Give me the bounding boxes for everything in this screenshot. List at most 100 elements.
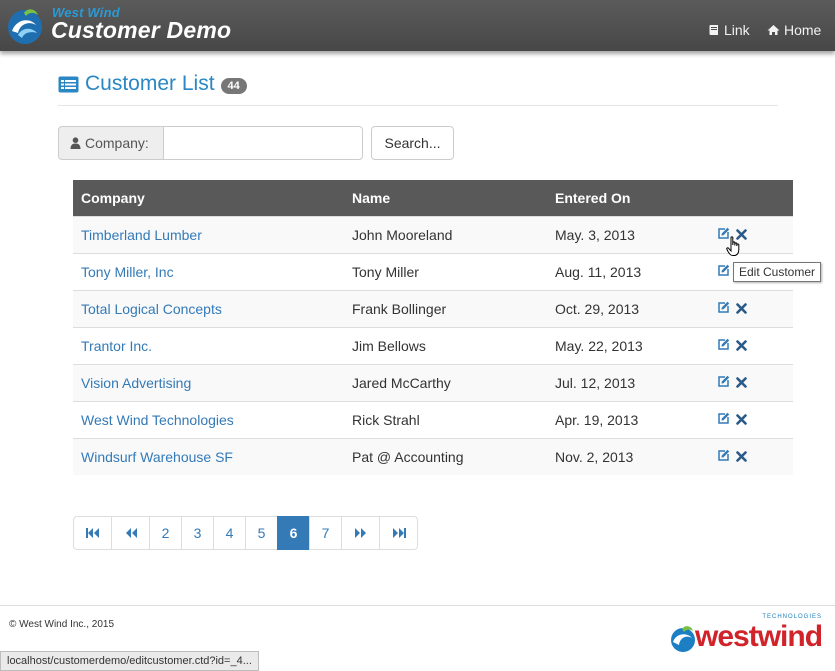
page-number-button[interactable]: 2	[149, 516, 182, 550]
title-divider	[58, 105, 778, 106]
table-row: West Wind Technologies Rick Strahl Apr. 19…	[73, 400, 793, 438]
fast-forward-icon	[392, 528, 406, 538]
company-link[interactable]: Tony Miller, Inc	[81, 264, 174, 280]
search-button[interactable]: Search...	[371, 126, 454, 160]
first-page-button[interactable]	[73, 516, 112, 550]
footer-divider	[0, 605, 835, 606]
name-cell: Pat @ Accounting	[344, 437, 547, 475]
name-cell: Jim Bellows	[344, 326, 547, 364]
edit-icon[interactable]	[717, 449, 730, 465]
table-header-row: Company Name Entered On	[73, 180, 793, 216]
entered-on-cell: Aug. 11, 2013	[547, 252, 707, 290]
backward-icon	[125, 528, 137, 538]
company-cell: West Wind Technologies	[73, 400, 344, 438]
page-title: Customer List 44	[58, 72, 247, 96]
company-link[interactable]: Windsurf Warehouse SF	[81, 449, 233, 465]
company-link[interactable]: Total Logical Concepts	[81, 301, 222, 317]
page-number-button[interactable]: 6	[277, 516, 310, 550]
forward-icon	[354, 528, 366, 538]
delete-icon[interactable]	[736, 375, 747, 391]
column-header-name[interactable]: Name	[344, 180, 547, 216]
delete-icon[interactable]	[736, 301, 747, 317]
last-page-button[interactable]	[379, 516, 418, 550]
customer-table: Company Name Entered On Timberland Lumbe…	[73, 180, 793, 475]
nav-link-label: Link	[724, 22, 750, 38]
actions-cell	[707, 400, 793, 438]
edit-icon[interactable]	[717, 264, 730, 280]
fast-backward-icon	[85, 528, 99, 538]
company-cell: Total Logical Concepts	[73, 289, 344, 327]
entered-on-cell: Oct. 29, 2013	[547, 289, 707, 327]
entered-on-cell: May. 3, 2013	[547, 215, 707, 253]
name-cell: Frank Bollinger	[344, 289, 547, 327]
edit-icon[interactable]	[717, 412, 730, 428]
delete-icon[interactable]	[736, 412, 747, 428]
nav-home-label: Home	[784, 22, 822, 38]
page-number-button[interactable]: 3	[181, 516, 214, 550]
next-page-button[interactable]	[341, 516, 380, 550]
table-body: Timberland Lumber John Mooreland May. 3, 2…	[73, 215, 793, 475]
brand-app-title[interactable]: Customer Demo	[51, 17, 231, 44]
column-header-actions	[707, 180, 793, 216]
page-number-list: 234567	[149, 516, 342, 550]
table-row: Windsurf Warehouse SF Pat @ Accounting Nov…	[73, 437, 793, 475]
book-icon	[709, 25, 718, 35]
company-link[interactable]: Trantor Inc.	[81, 338, 152, 354]
company-cell: Timberland Lumber	[73, 215, 344, 253]
page-number-button[interactable]: 7	[309, 516, 342, 550]
customer-count-badge: 44	[220, 78, 247, 94]
entered-on-cell: Apr. 19, 2013	[547, 400, 707, 438]
west-wind-logo-icon[interactable]	[4, 5, 46, 47]
company-cell: Trantor Inc.	[73, 326, 344, 364]
hand-cursor-icon	[726, 236, 740, 256]
actions-cell	[707, 437, 793, 475]
edit-icon[interactable]	[717, 301, 730, 317]
company-label-text: Company:	[85, 135, 149, 151]
name-cell: John Mooreland	[344, 215, 547, 253]
west-wind-swirl-icon	[671, 626, 695, 652]
name-cell: Jared McCarthy	[344, 363, 547, 401]
footer-west-wind-logo[interactable]: TECHNOLOGIES westwind	[668, 614, 828, 654]
entered-on-cell: Nov. 2, 2013	[547, 437, 707, 475]
browser-status-bar: localhost/customerdemo/editcustomer.ctd?…	[0, 651, 259, 671]
company-cell: Vision Advertising	[73, 363, 344, 401]
actions-cell	[707, 215, 793, 253]
page-number-button[interactable]: 4	[213, 516, 246, 550]
company-link[interactable]: Vision Advertising	[81, 375, 191, 391]
home-icon	[767, 25, 780, 35]
previous-page-button[interactable]	[111, 516, 150, 550]
entered-on-cell: Jul. 12, 2013	[547, 363, 707, 401]
pagination: 234567	[73, 516, 418, 550]
company-link[interactable]: West Wind Technologies	[81, 412, 234, 428]
actions-cell	[707, 326, 793, 364]
entered-on-cell: May. 22, 2013	[547, 326, 707, 364]
edit-icon[interactable]	[717, 338, 730, 354]
actions-cell	[707, 289, 793, 327]
company-search-input[interactable]	[163, 126, 363, 160]
column-header-entered-on[interactable]: Entered On	[547, 180, 707, 216]
status-bar-url: localhost/customerdemo/editcustomer.ctd?…	[7, 655, 252, 667]
table-row: Vision Advertising Jared McCarthy Jul. 12,…	[73, 363, 793, 401]
list-icon	[58, 76, 79, 92]
actions-cell	[707, 363, 793, 401]
edit-icon[interactable]	[717, 375, 730, 391]
company-link[interactable]: Timberland Lumber	[81, 227, 202, 243]
edit-customer-tooltip: Edit Customer	[733, 262, 822, 282]
column-header-company[interactable]: Company	[73, 180, 344, 216]
delete-icon[interactable]	[736, 449, 747, 465]
table-row: Trantor Inc. Jim Bellows May. 22, 2013	[73, 326, 793, 364]
name-cell: Rick Strahl	[344, 400, 547, 438]
footer-copyright: © West Wind Inc., 2015	[9, 619, 115, 630]
delete-icon[interactable]	[736, 338, 747, 354]
company-search-label: Company:	[58, 126, 164, 160]
name-cell: Tony Miller	[344, 252, 547, 290]
table-row: Tony Miller, Inc Tony Miller Aug. 11, 2013	[73, 252, 793, 290]
page-title-text: Customer List	[85, 72, 215, 95]
page-number-button[interactable]: 5	[245, 516, 278, 550]
top-navbar: West Wind Customer Demo Link Home	[0, 0, 835, 51]
footer-logo-name: westwind	[695, 620, 823, 653]
nav-link-home[interactable]: Home	[767, 22, 821, 38]
nav-link-link[interactable]: Link	[708, 22, 750, 38]
table-row: Timberland Lumber John Mooreland May. 3, 2…	[73, 215, 793, 253]
user-icon	[70, 137, 81, 149]
